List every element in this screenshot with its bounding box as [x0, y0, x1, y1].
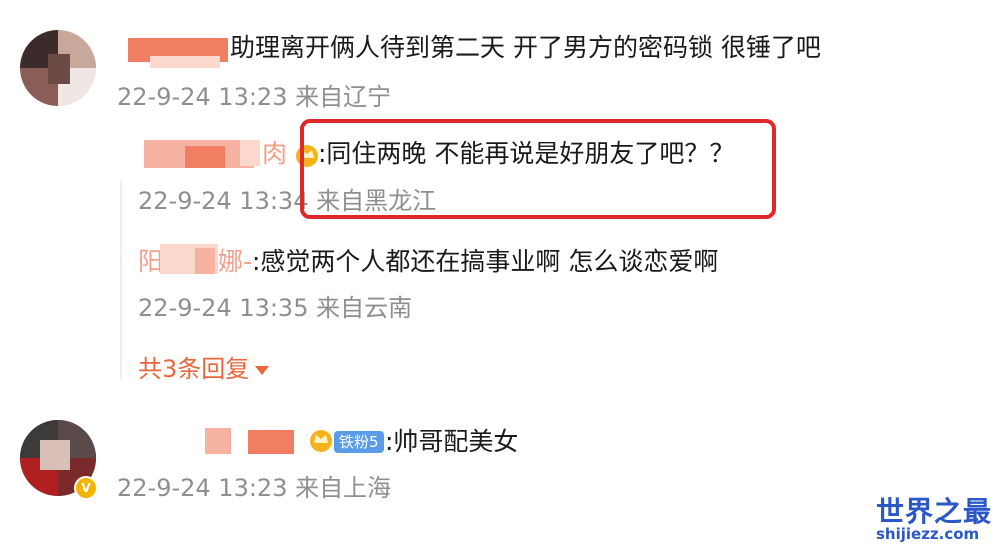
- reply-text: :感觉两个人都还在搞事业啊 怎么谈恋爱啊: [252, 247, 719, 276]
- reply-name-tail: 娜-: [218, 247, 253, 276]
- avatar[interactable]: [20, 30, 96, 106]
- fan-level-badge: 铁粉5: [306, 429, 390, 455]
- username-redacted[interactable]: [205, 428, 231, 454]
- watermark-url: shijiezz.com: [876, 525, 980, 543]
- comment-text: :帅哥配美女: [385, 427, 519, 456]
- watermark-logo: 世界之最: [876, 495, 993, 528]
- more-replies-link[interactable]: 共3条回复: [138, 354, 270, 384]
- reply-meta: 22-9-24 13:35 来自云南: [138, 294, 413, 322]
- more-replies-label: 共3条回复: [138, 355, 250, 383]
- chevron-down-icon: [255, 365, 270, 375]
- reply-name-tail: 肉: [262, 139, 288, 168]
- comment-meta: 22-9-24 13:23 来自上海: [117, 474, 392, 502]
- reply-thread-divider: [120, 180, 122, 380]
- highlight-box: [300, 119, 776, 219]
- comment-text: 助理离开俩人待到第二天 开了男方的密码锁 很锤了吧: [230, 33, 821, 62]
- verified-icon: V: [74, 476, 98, 500]
- comment-meta: 22-9-24 13:23 来自辽宁: [117, 83, 392, 111]
- fan-badge-label: 铁粉5: [334, 431, 384, 453]
